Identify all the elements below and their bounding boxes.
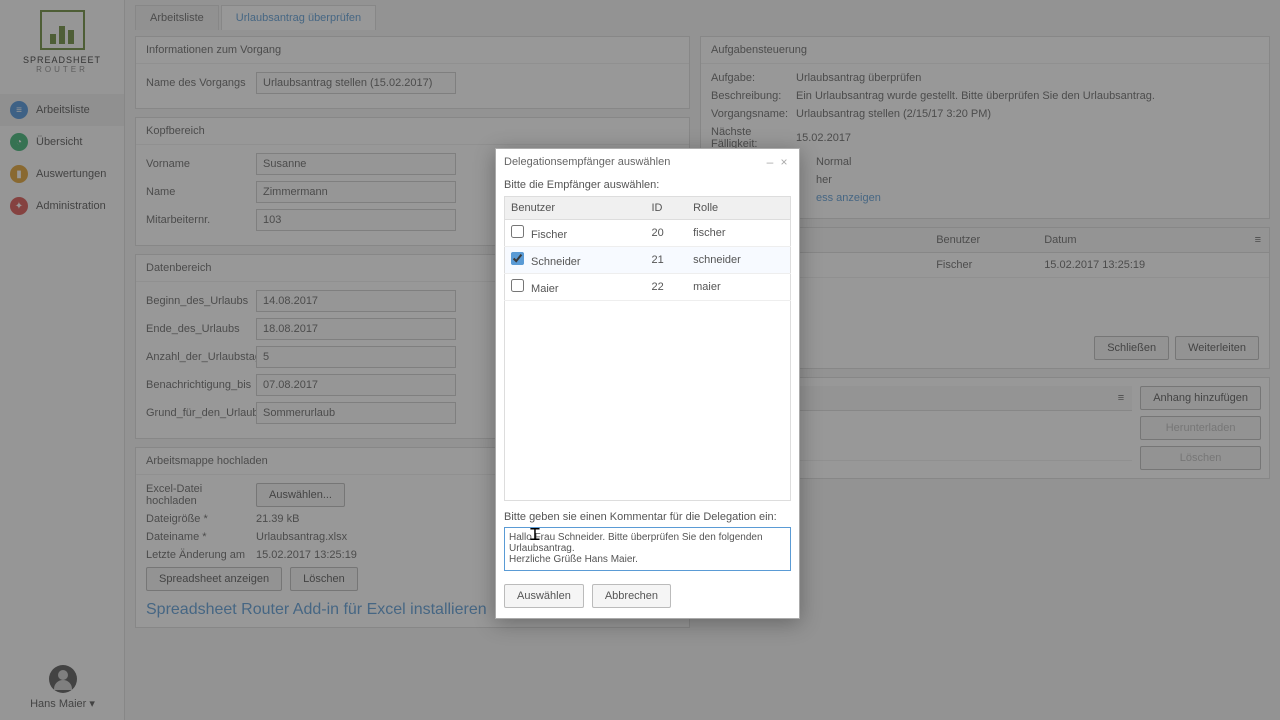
delegation-modal: Delegationsempfänger auswählen – × Bitte… xyxy=(495,148,800,619)
th-role: Rolle xyxy=(687,197,790,220)
recipient-table: Benutzer ID Rolle Fischer20fischer Schne… xyxy=(504,196,791,301)
recipient-row[interactable]: Schneider21schneider xyxy=(505,247,791,274)
th-user: Benutzer xyxy=(505,197,646,220)
modal-title: Delegationsempfänger auswählen xyxy=(504,156,670,168)
modal-prompt: Bitte die Empfänger auswählen: xyxy=(504,179,791,191)
recipient-checkbox[interactable] xyxy=(511,252,524,265)
recipient-checkbox[interactable] xyxy=(511,279,524,292)
cancel-button[interactable]: Abbrechen xyxy=(592,584,671,608)
th-id: ID xyxy=(645,197,687,220)
close-icon[interactable]: × xyxy=(777,155,791,169)
table-empty-area xyxy=(504,301,791,501)
recipient-checkbox[interactable] xyxy=(511,225,524,238)
recipient-row[interactable]: Maier22maier xyxy=(505,274,791,301)
comment-label: Bitte geben sie einen Kommentar für die … xyxy=(504,511,791,523)
text-cursor-icon: Ꮖ xyxy=(530,527,541,545)
minimize-icon[interactable]: – xyxy=(763,155,777,169)
select-button[interactable]: Auswählen xyxy=(504,584,584,608)
recipient-row[interactable]: Fischer20fischer xyxy=(505,220,791,247)
comment-textarea[interactable] xyxy=(504,527,791,571)
